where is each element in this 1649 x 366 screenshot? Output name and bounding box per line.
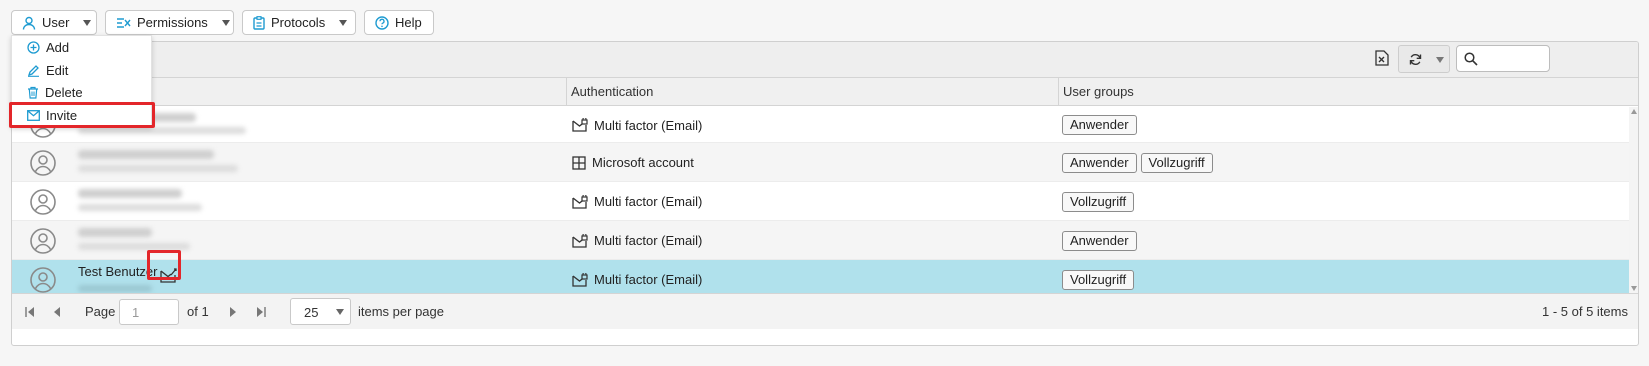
user-groups-cell: Vollzugriff	[1062, 182, 1135, 221]
excel-file-icon	[1372, 50, 1392, 66]
chevron-down-icon	[83, 19, 92, 26]
protocols-menu-label: Protocols	[271, 15, 326, 30]
mail-lock-icon	[572, 118, 588, 132]
last-page-icon[interactable]	[257, 307, 266, 317]
avatar-icon	[29, 149, 57, 177]
mail-lock-icon	[572, 233, 588, 248]
mail-lock-icon	[572, 272, 588, 287]
search-input[interactable]	[1481, 49, 1545, 68]
authentication-text: Multi factor (Email)	[594, 272, 703, 287]
mail-lock-icon	[572, 194, 588, 209]
page-label: Page	[85, 304, 116, 319]
protocols-menu-button[interactable]: Protocols	[242, 10, 356, 35]
permissions-menu-label: Permissions	[137, 15, 208, 30]
export-excel-button[interactable]	[1372, 48, 1392, 68]
first-page-icon[interactable]	[25, 307, 34, 317]
group-chip: Vollzugriff	[1140, 152, 1213, 173]
authentication-cell: Microsoft account	[572, 143, 694, 182]
group-chip: Anwender	[1062, 115, 1137, 135]
avatar-icon	[29, 188, 57, 216]
items-per-page-label: items per page	[358, 304, 444, 319]
permissions-icon	[116, 17, 131, 29]
group-chip: Anwender	[1062, 230, 1137, 251]
redacted-user-name	[78, 228, 152, 237]
group-chip: Anwender	[1062, 152, 1137, 173]
chevron-down-icon	[336, 309, 344, 315]
redacted-user-email	[78, 165, 238, 172]
authentication-cell: Multi factor (Email)	[572, 182, 702, 221]
table-row[interactable]: Microsoft account Anwender Vollzugriff	[12, 143, 1630, 182]
group-chip: Vollzugriff	[1062, 269, 1135, 290]
plus-circle-icon	[27, 40, 40, 54]
help-button[interactable]: Help	[364, 10, 434, 35]
invitation-icon-highlight-box	[147, 250, 181, 280]
menu-item-edit[interactable]: Edit	[27, 60, 68, 80]
user-groups-cell: Anwender Vollzugriff	[1062, 143, 1213, 182]
group-chip: Vollzugriff	[1062, 191, 1135, 212]
table-row[interactable]: Multi factor (Email) Anwender	[12, 221, 1630, 260]
vertical-scrollbar[interactable]	[1629, 107, 1638, 293]
redacted-user-name	[78, 189, 182, 198]
authentication-text: Multi factor (Email)	[594, 117, 703, 133]
permissions-menu-button[interactable]: Permissions	[105, 10, 234, 35]
redacted-user-email	[78, 127, 246, 134]
menu-item-label: Edit	[46, 62, 69, 78]
user-groups-cell: Anwender	[1062, 107, 1137, 143]
pager-summary: 1 - 5 of 5 items	[1542, 304, 1628, 319]
redacted-user-email	[78, 243, 190, 250]
user-icon	[22, 16, 36, 30]
redacted-user-email	[78, 285, 152, 292]
grid-body: Multi factor (Email) Anwender Microsoft …	[12, 107, 1630, 307]
menu-item-label: Add	[46, 39, 70, 55]
chevron-down-icon	[339, 19, 348, 26]
refresh-split-button[interactable]	[1398, 45, 1450, 73]
users-grid: Authentication User groups Multi factor …	[11, 41, 1639, 346]
windows-icon	[572, 155, 586, 170]
avatar-icon	[29, 227, 57, 255]
search-box[interactable]	[1456, 45, 1550, 72]
scroll-down-arrow-icon[interactable]	[1631, 286, 1637, 291]
grid-pager: Page of 1 25 items per page 1 - 5 of 5 i…	[12, 293, 1638, 329]
authentication-text: Multi factor (Email)	[594, 194, 703, 209]
trash-icon	[27, 86, 39, 99]
next-page-icon[interactable]	[230, 307, 237, 317]
invite-highlight-box	[9, 102, 155, 128]
grid-header: Authentication User groups	[12, 78, 1638, 106]
table-row[interactable]: Multi factor (Email) Anwender	[12, 107, 1630, 143]
authentication-cell: Multi factor (Email)	[572, 107, 702, 143]
redacted-user-email	[78, 204, 202, 211]
menu-item-label: Delete	[45, 84, 83, 100]
page-number-input[interactable]	[119, 299, 179, 325]
chevron-down-icon	[221, 19, 230, 26]
grid-toolbar	[12, 42, 1638, 78]
user-menu-label: User	[42, 15, 70, 30]
scroll-up-arrow-icon[interactable]	[1631, 109, 1637, 114]
redacted-user-name	[78, 150, 214, 159]
user-menu-button[interactable]: User	[11, 10, 97, 35]
authentication-text: Microsoft account	[592, 155, 694, 170]
column-header-authentication[interactable]: Authentication	[566, 78, 1058, 106]
page-size-select[interactable]: 25	[290, 298, 351, 325]
menu-item-delete[interactable]: Delete	[27, 82, 83, 102]
avatar-icon	[29, 266, 57, 294]
refresh-icon	[1409, 53, 1422, 66]
authentication-text: Multi factor (Email)	[594, 233, 703, 248]
user-name: Test Benutzer	[78, 264, 158, 279]
clipboard-icon	[253, 15, 265, 30]
page-size-value: 25	[304, 305, 319, 320]
page-count: of 1	[187, 304, 209, 319]
previous-page-icon[interactable]	[53, 307, 60, 317]
pencil-icon	[27, 64, 40, 77]
help-icon	[375, 15, 389, 30]
table-row[interactable]: Multi factor (Email) Vollzugriff	[12, 182, 1630, 221]
main-toolbar: User Permissions Protocols Help	[11, 10, 434, 35]
menu-item-add[interactable]: Add	[27, 37, 69, 57]
search-icon	[1464, 52, 1478, 66]
authentication-cell: Multi factor (Email)	[572, 221, 702, 260]
column-header-user-groups[interactable]: User groups	[1058, 78, 1548, 106]
user-groups-cell: Anwender	[1062, 221, 1137, 260]
chevron-down-icon[interactable]	[1436, 57, 1444, 63]
help-label: Help	[395, 15, 422, 30]
